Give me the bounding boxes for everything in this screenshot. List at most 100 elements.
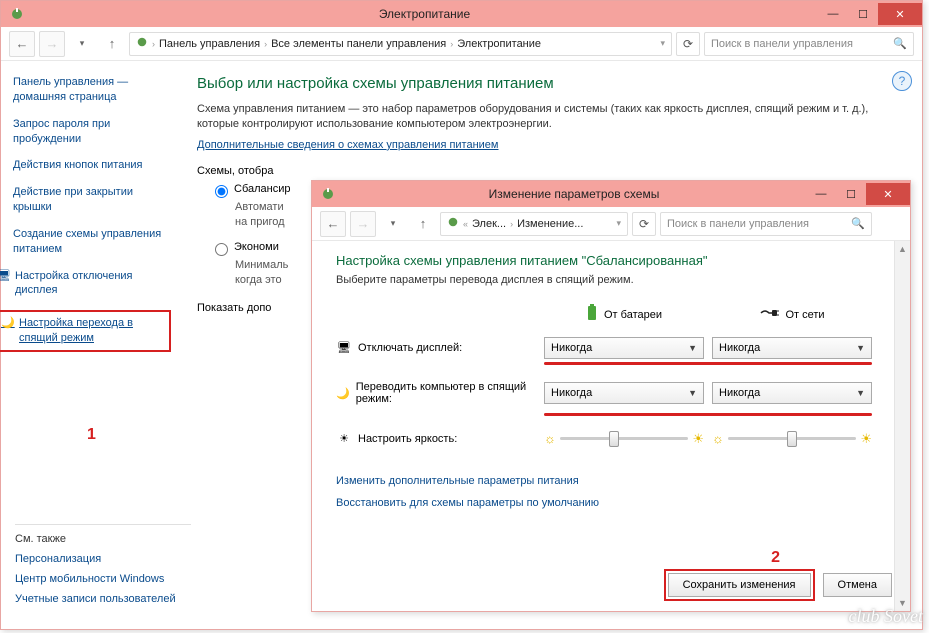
breadcrumb-seg[interactable]: Электропитание: [457, 38, 541, 50]
annotation-number-2: 2: [771, 549, 780, 567]
sidebar-password[interactable]: Запрос пароля при пробуждении: [13, 117, 165, 147]
sidebar-see-also: См. также Персонализация Центр мобильнос…: [15, 524, 191, 613]
breadcrumb-edit[interactable]: « Элек... › Изменение... ▾: [440, 212, 628, 236]
titlebar-main[interactable]: Электропитание — ☐ ✕: [1, 1, 922, 27]
titlebar-edit[interactable]: Изменение параметров схемы — ☐ ✕: [312, 181, 910, 207]
brightness-icon: ☀: [336, 432, 352, 445]
edit-content: Настройка схемы управления питанием "Сба…: [312, 241, 910, 611]
dropdown-display-battery[interactable]: Никогда▼: [544, 337, 704, 359]
sidebar-create-scheme[interactable]: Создание схемы управления питанием: [13, 227, 165, 257]
up-button[interactable]: ↑: [99, 31, 125, 57]
search-input[interactable]: Поиск в панели управления 🔍: [704, 32, 914, 56]
minimize-button[interactable]: —: [806, 183, 836, 205]
see-also-header: См. также: [15, 533, 191, 545]
see-also-accounts[interactable]: Учетные записи пользователей: [15, 593, 191, 605]
close-button[interactable]: ✕: [866, 183, 910, 205]
row-display-off: 🖥 Отключать дисплей:: [336, 331, 536, 364]
up-button[interactable]: ↑: [410, 211, 436, 237]
chevron-down-icon: ▼: [856, 388, 865, 398]
page-heading: Выбор или настройка схемы управления пит…: [197, 75, 902, 92]
navbar-main: ← → ▾ ↑ › Панель управления › Все элемен…: [1, 27, 922, 61]
more-info-link[interactable]: Дополнительные сведения о схемах управле…: [197, 139, 499, 151]
sun-bright-icon: ☀: [860, 431, 872, 447]
monitor-icon: 🖥: [0, 269, 11, 284]
close-button[interactable]: ✕: [878, 3, 922, 25]
chevron-down-icon: ▼: [688, 388, 697, 398]
dropdown-display-ac[interactable]: Никогда▼: [712, 337, 872, 359]
dropdown-sleep-battery[interactable]: Никогда▼: [544, 382, 704, 404]
scroll-down-arrow[interactable]: ▼: [895, 595, 910, 611]
window-title-edit: Изменение параметров схемы: [342, 187, 806, 201]
refresh-button[interactable]: ⟳: [676, 32, 700, 56]
battery-icon: [586, 304, 598, 325]
cancel-button[interactable]: Отмена: [823, 573, 892, 597]
row-sleep: 🌙 Переводить компьютер в спящий режим:: [336, 371, 536, 415]
breadcrumb-main[interactable]: › Панель управления › Все элементы панел…: [129, 32, 672, 56]
edit-subheading: Выберите параметры перевода дисплея в сп…: [336, 274, 886, 286]
sidebar-power-buttons[interactable]: Действия кнопок питания: [13, 158, 165, 173]
forward-button[interactable]: →: [39, 31, 65, 57]
search-icon: 🔍: [893, 37, 907, 50]
breadcrumb-icon: [447, 216, 459, 231]
vertical-scrollbar[interactable]: ▲ ▼: [894, 241, 910, 611]
row-brightness: ☀ Настроить яркость:: [336, 422, 536, 455]
navbar-edit: ← → ▾ ↑ « Элек... › Изменение... ▾ ⟳ Пои…: [312, 207, 910, 241]
sun-bright-icon: ☀: [692, 431, 704, 447]
see-also-personalization[interactable]: Персонализация: [15, 553, 191, 565]
settings-grid: От батареи От сети 🖥 Отключать дисплей: …: [336, 298, 886, 455]
moon-icon: 🌙: [336, 387, 350, 400]
sun-dim-icon: ☼: [544, 431, 556, 446]
dropdown-sleep-ac[interactable]: Никогда▼: [712, 382, 872, 404]
annotation-number-1: 1: [87, 426, 96, 444]
forward-button[interactable]: →: [350, 211, 376, 237]
sidebar-sleep-settings[interactable]: 🌙 Настройка перехода в спящий режим: [1, 316, 165, 346]
slider-brightness-ac[interactable]: ☼ ☀: [712, 427, 872, 451]
recent-dropdown[interactable]: ▾: [69, 31, 95, 57]
breadcrumb-seg[interactable]: Панель управления: [159, 38, 260, 50]
button-bar: Сохранить изменения Отмена: [664, 569, 892, 601]
breadcrumb-icon: [136, 36, 148, 51]
slider-brightness-battery[interactable]: ☼ ☀: [544, 427, 704, 451]
sidebar-lid-close[interactable]: Действие при закрытии крышки: [13, 185, 165, 215]
plug-icon: [759, 307, 779, 322]
page-description: Схема управления питанием — это набор па…: [197, 102, 902, 133]
annotation-underline: [544, 413, 872, 416]
radio-balanced-label: Сбалансир: [234, 183, 290, 195]
breadcrumb-seg[interactable]: Изменение...: [517, 218, 583, 230]
refresh-button[interactable]: ⟳: [632, 212, 656, 236]
search-icon: 🔍: [851, 217, 865, 230]
back-button[interactable]: ←: [320, 211, 346, 237]
save-button[interactable]: Сохранить изменения: [668, 573, 811, 597]
back-button[interactable]: ←: [9, 31, 35, 57]
window-edit-plan: Изменение параметров схемы — ☐ ✕ ← → ▾ ↑…: [311, 180, 911, 612]
sidebar-display-off[interactable]: 🖥 Настройка отключения дисплея: [0, 269, 165, 299]
chevron-down-icon: ▼: [688, 343, 697, 353]
search-placeholder: Поиск в панели управления: [667, 218, 809, 230]
schemes-label: Схемы, отобра: [197, 165, 902, 177]
column-battery: От батареи: [544, 298, 704, 331]
link-advanced-settings[interactable]: Изменить дополнительные параметры питани…: [336, 475, 886, 487]
maximize-button[interactable]: ☐: [848, 3, 878, 25]
see-also-mobility[interactable]: Центр мобильности Windows: [15, 573, 191, 585]
maximize-button[interactable]: ☐: [836, 183, 866, 205]
link-restore-defaults[interactable]: Восстановить для схемы параметры по умол…: [336, 497, 886, 509]
monitor-icon: 🖥: [336, 341, 352, 354]
app-icon: [320, 186, 336, 202]
annotation-highlight-1: 🌙 Настройка перехода в спящий режим: [0, 310, 171, 352]
breadcrumb-seg[interactable]: Элек...: [472, 218, 506, 230]
recent-dropdown[interactable]: ▾: [380, 211, 406, 237]
sidebar-home[interactable]: Панель управления — домашняя страница: [13, 75, 165, 105]
scroll-up-arrow[interactable]: ▲: [895, 241, 910, 257]
chevron-down-icon: ▼: [856, 343, 865, 353]
app-icon: [9, 6, 25, 22]
radio-balanced[interactable]: [215, 185, 228, 198]
breadcrumb-seg[interactable]: Все элементы панели управления: [271, 38, 446, 50]
search-placeholder: Поиск в панели управления: [711, 38, 853, 50]
radio-economy[interactable]: [215, 243, 228, 256]
window-title: Электропитание: [31, 7, 818, 21]
column-ac: От сети: [712, 301, 872, 328]
annotation-highlight-2: Сохранить изменения: [664, 569, 815, 601]
edit-heading: Настройка схемы управления питанием "Сба…: [336, 253, 886, 268]
search-input-edit[interactable]: Поиск в панели управления 🔍: [660, 212, 872, 236]
minimize-button[interactable]: —: [818, 3, 848, 25]
